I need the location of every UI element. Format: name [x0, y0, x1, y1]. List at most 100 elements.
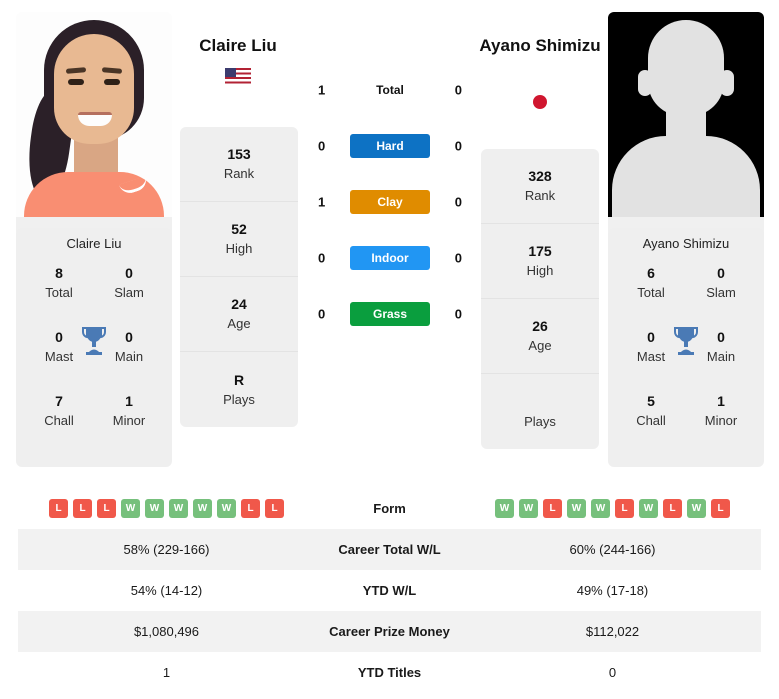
titles-grid-left: 8 Total 0 Slam 0 Mast 0 Main 7 Chall 1 M…	[16, 263, 172, 453]
surface-badge-indoor[interactable]: Indoor	[350, 246, 430, 270]
titles-chall-label-left: Chall	[44, 413, 74, 428]
career-total-wl-left: 58% (229-166)	[123, 542, 210, 557]
titles-row-chall-minor-left: 7 Chall 1 Minor	[16, 391, 172, 431]
form-badge-win: W	[169, 499, 188, 518]
portrait-face	[54, 34, 134, 144]
stat-label-high-left: High	[225, 241, 253, 256]
table-row-ytd-titles: 1 YTD Titles 0	[18, 652, 761, 693]
us-flag-icon	[225, 68, 251, 86]
titles-total-label-left: Total	[45, 285, 73, 300]
form-badge-loss: L	[265, 499, 284, 518]
surface-label-total: Total	[376, 83, 404, 97]
titles-slam-value-left: 0	[125, 265, 133, 281]
table-row-form: LLLWWWWWLL Form WWLWWLWLWL	[18, 488, 761, 529]
titles-minor-value-left: 1	[125, 393, 133, 409]
ytd-wl-left: 54% (14-12)	[130, 583, 203, 598]
titles-total-right: 6 Total	[626, 263, 676, 303]
form-badge-win: W	[121, 499, 140, 518]
titles-minor-label-left: Minor	[112, 413, 146, 428]
player-portrait-placeholder-right	[608, 12, 764, 217]
stat-cell-high-right: 175 High	[481, 224, 599, 299]
form-badge-win: W	[145, 499, 164, 518]
silhouette-body	[612, 136, 760, 217]
surface-row-indoor: 0 Indoor 0	[310, 230, 470, 286]
stat-label-plays-left: Plays	[223, 391, 255, 407]
form-badges-right: WWLWWLWLWL	[495, 499, 730, 518]
form-badge-loss: L	[49, 499, 68, 518]
surface-value-left-grass: 0	[318, 306, 326, 322]
player-stats-box-left: 153 Rank 52 High 24 Age R Plays	[180, 127, 298, 427]
stat-cell-rank-left: 153 Rank	[180, 127, 298, 202]
surface-value-left-hard: 0	[318, 138, 326, 154]
table-label-form: Form	[373, 501, 406, 516]
player-flag-wrapper-right	[470, 93, 610, 111]
form-badge-win: W	[591, 499, 610, 518]
titles-panel-name-left: Claire Liu	[66, 236, 122, 251]
titles-total-left: 8 Total	[34, 263, 84, 303]
surface-badge-clay[interactable]: Clay	[350, 190, 430, 214]
titles-chall-left: 7 Chall	[34, 391, 84, 431]
comparison-stats-table: LLLWWWWWLL Form WWLWWLWLWL 58% (229-166)…	[18, 488, 761, 693]
titles-mast-label-right: Mast	[636, 349, 666, 364]
stat-value-plays-left: R	[233, 371, 245, 388]
titles-chall-right: 5 Chall	[626, 391, 676, 431]
table-label-ytd-titles: YTD Titles	[357, 665, 422, 680]
portrait-eye-left	[68, 79, 84, 85]
portrait-eye-right	[104, 79, 120, 85]
surface-head-to-head-column: 1 Total 0 0 Hard 0 1 Clay 0 0 Indoor 0 0…	[310, 62, 470, 342]
trophy-icon	[81, 325, 107, 360]
titles-slam-right: 0 Slam	[696, 263, 746, 303]
table-row-career-prize-money: $1,080,496 Career Prize Money $112,022	[18, 611, 761, 652]
form-badge-loss: L	[543, 499, 562, 518]
titles-total-value-left: 8	[55, 265, 63, 281]
silhouette-head	[648, 20, 724, 116]
stat-cell-age-right: 26 Age	[481, 299, 599, 374]
player-titles-panel-left: Claire Liu 8 Total 0 Slam 0 Mast 0 Main …	[16, 228, 172, 467]
titles-row-total-slam-left: 8 Total 0 Slam	[16, 263, 172, 303]
form-badge-win: W	[495, 499, 514, 518]
stat-value-age-left: 24	[231, 296, 247, 312]
titles-row-total-slam-right: 6 Total 0 Slam	[608, 263, 764, 303]
titles-total-value-right: 6	[647, 265, 655, 281]
titles-mast-label-left: Mast	[44, 349, 74, 364]
stat-value-rank-right: 328	[528, 168, 552, 184]
stat-cell-age-left: 24 Age	[180, 277, 298, 352]
titles-chall-label-right: Chall	[636, 413, 666, 428]
stat-value-rank-left: 153	[227, 146, 251, 162]
stat-cell-plays-right: Plays	[481, 374, 599, 449]
titles-chall-value-left: 7	[55, 393, 63, 409]
stat-value-age-right: 26	[532, 318, 548, 334]
surface-badge-hard[interactable]: Hard	[350, 134, 430, 158]
surface-badge-grass[interactable]: Grass	[350, 302, 430, 326]
stat-label-high-right: High	[526, 263, 554, 278]
titles-minor-left: 1 Minor	[104, 391, 154, 431]
titles-mast-value-left: 0	[55, 329, 63, 345]
form-badge-loss: L	[711, 499, 730, 518]
titles-main-left: 0 Main	[104, 327, 154, 367]
form-badge-win: W	[217, 499, 236, 518]
trophy-icon	[673, 325, 699, 360]
titles-slam-value-right: 0	[717, 265, 725, 281]
player-name-left[interactable]: Claire Liu	[168, 33, 308, 58]
surface-value-left-indoor: 0	[318, 250, 326, 266]
ytd-titles-right: 0	[608, 665, 617, 680]
titles-minor-label-right: Minor	[704, 413, 738, 428]
career-total-wl-right: 60% (244-166)	[569, 542, 656, 557]
player-name-right[interactable]: Ayano Shimizu	[470, 33, 610, 58]
career-prize-money-right: $112,022	[585, 624, 640, 639]
stat-cell-plays-left: R Plays	[180, 352, 298, 427]
surface-value-left-clay: 1	[318, 194, 326, 210]
titles-panel-name-right: Ayano Shimizu	[642, 236, 730, 251]
surface-value-right-total: 0	[454, 82, 462, 98]
silhouette-ear-right	[720, 70, 734, 96]
stat-cell-rank-right: 328 Rank	[481, 149, 599, 224]
table-label-career-prize-money: Career Prize Money	[329, 624, 450, 639]
titles-main-right: 0 Main	[696, 327, 746, 367]
player-comparison-header: Claire Liu Ayano Shimizu Claire Liu Ayan…	[0, 0, 779, 480]
form-cell-right: WWLWWLWLWL	[464, 499, 761, 518]
surface-value-right-grass: 0	[454, 306, 462, 322]
titles-mast-right: 0 Mast	[626, 327, 676, 367]
form-badge-win: W	[519, 499, 538, 518]
surface-row-total: 1 Total 0	[310, 62, 470, 118]
player-portrait-left	[16, 12, 172, 217]
